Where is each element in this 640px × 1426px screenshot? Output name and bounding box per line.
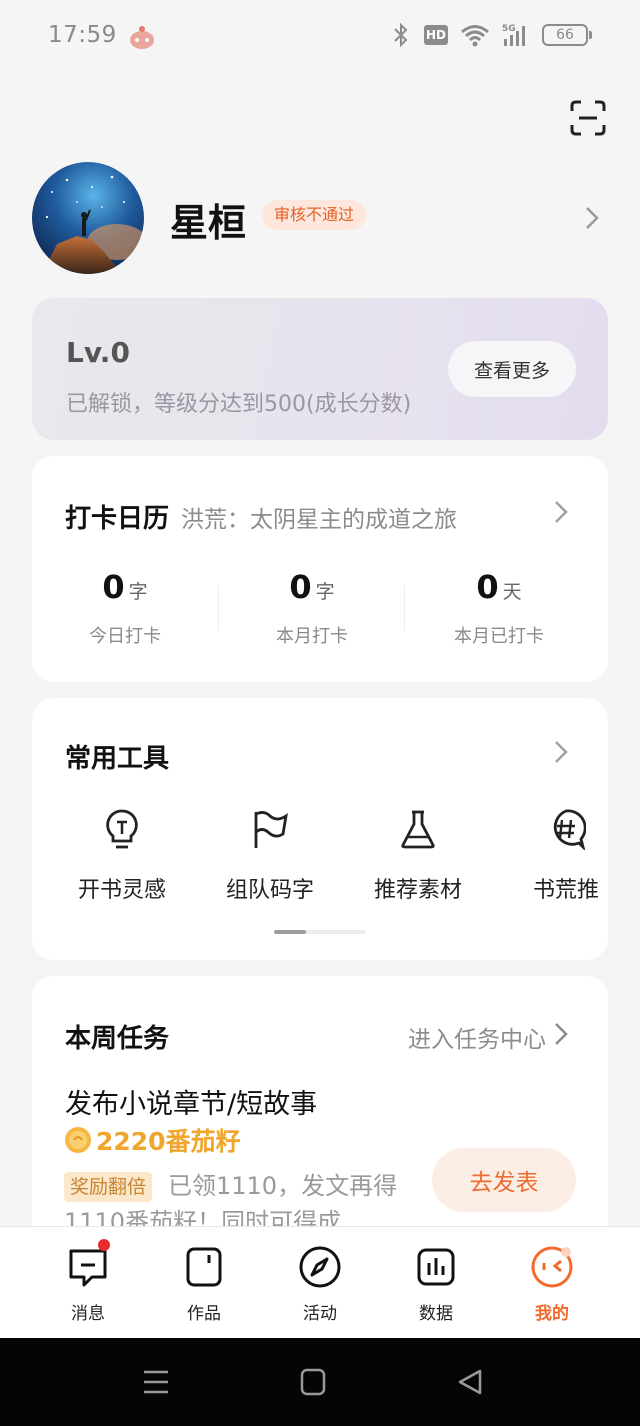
coin-icon xyxy=(65,1127,91,1153)
system-navigation-bar xyxy=(0,1338,640,1426)
tasks-title: 本周任务 xyxy=(65,1024,170,1054)
tool-label: 推荐素材 xyxy=(373,878,462,903)
level-description: 已解锁，等级分达到500(成长分数) xyxy=(66,392,412,417)
stat-unit: 字 xyxy=(128,581,148,603)
tool-book-shortage[interactable]: 书荒推 xyxy=(506,808,608,904)
stat-unit: 天 xyxy=(502,581,522,603)
stat-label: 本月已打卡 xyxy=(454,626,544,647)
wifi-icon xyxy=(461,25,489,47)
scan-icon[interactable] xyxy=(570,100,606,136)
signal-5g-icon: 5G xyxy=(502,24,525,46)
stat-unit: 字 xyxy=(315,581,335,603)
publish-button[interactable]: 去发表 xyxy=(432,1148,576,1212)
back-icon[interactable] xyxy=(456,1368,486,1396)
scroll-thumb xyxy=(274,930,307,934)
task-center-link[interactable]: 进入任务中心 xyxy=(408,1020,546,1054)
checkin-calendar-card[interactable]: 打卡日历 洪荒：太阴星主的成道之旅 0字 今日打卡 0字 本月打卡 0天 本月已… xyxy=(32,456,608,682)
nav-messages[interactable]: 消息 xyxy=(40,1239,136,1324)
bluetooth-icon xyxy=(394,22,408,48)
stat-month: 0字 本月打卡 xyxy=(219,568,405,648)
level-label: Lv.0 xyxy=(66,336,130,369)
chevron-right-icon[interactable] xyxy=(554,1022,568,1046)
message-icon xyxy=(69,1249,107,1287)
nav-works[interactable]: 作品 xyxy=(156,1245,252,1324)
notification-dot xyxy=(98,1239,110,1251)
chart-icon xyxy=(417,1248,455,1286)
profile-face-icon xyxy=(531,1246,573,1288)
user-name: 星桓 xyxy=(170,201,247,245)
avatar[interactable] xyxy=(32,162,144,274)
tool-recommended-material[interactable]: 推荐素材 xyxy=(358,808,478,904)
bonus-badge: 奖励翻倍 xyxy=(64,1172,153,1202)
tool-book-inspiration[interactable]: 开书灵感 xyxy=(62,808,182,904)
tools-scroll-indicator xyxy=(274,930,366,934)
tool-label: 书荒推 xyxy=(532,878,599,903)
tools-card: 常用工具 开书灵感 组队码字 推荐素材 书荒推 xyxy=(32,698,608,960)
battery-icon: 66 xyxy=(542,24,592,46)
chevron-right-icon[interactable] xyxy=(554,740,568,764)
nav-data[interactable]: 数据 xyxy=(388,1245,484,1324)
flask-icon xyxy=(401,810,435,849)
view-more-button[interactable]: 查看更多 xyxy=(448,341,576,397)
nav-label: 数据 xyxy=(419,1304,453,1324)
hashtag-chat-icon xyxy=(553,809,586,850)
chevron-right-icon[interactable] xyxy=(554,500,568,524)
tool-label: 开书灵感 xyxy=(77,878,166,903)
nav-label: 作品 xyxy=(187,1304,221,1324)
stat-value: 0 xyxy=(102,568,125,606)
app-notification-icon xyxy=(130,26,154,49)
profile-header[interactable]: 星桓 审核不通过 xyxy=(32,162,608,274)
nav-profile[interactable]: 我的 xyxy=(504,1245,600,1324)
status-time: 17:59 xyxy=(48,22,117,48)
reward-amount: 2220番茄籽 xyxy=(96,1127,241,1156)
level-card[interactable]: Lv.0 已解锁，等级分达到500(成长分数) 查看更多 xyxy=(32,298,608,440)
tool-team-writing[interactable]: 组队码字 xyxy=(210,808,330,904)
stat-value: 0 xyxy=(476,568,499,606)
network-label: 5G xyxy=(502,24,516,34)
hd-icon: HD xyxy=(424,25,448,45)
menu-icon[interactable] xyxy=(141,1368,171,1396)
tool-label: 组队码字 xyxy=(225,878,314,903)
nav-label: 活动 xyxy=(303,1304,337,1324)
divider xyxy=(404,586,405,630)
status-badge: 审核不通过 xyxy=(262,200,367,230)
tools-title: 常用工具 xyxy=(65,744,170,774)
lightbulb-icon xyxy=(106,809,138,849)
bottom-navigation: 消息 作品 活动 数据 我的 xyxy=(0,1226,640,1338)
checkin-title: 打卡日历 xyxy=(65,504,170,534)
stat-label: 今日打卡 xyxy=(89,626,161,647)
status-icons: HD 5G 66 xyxy=(390,22,592,48)
compass-icon xyxy=(299,1246,341,1288)
nav-activities[interactable]: 活动 xyxy=(272,1245,368,1324)
home-icon[interactable] xyxy=(298,1368,328,1396)
task-reward: 2220番茄籽 xyxy=(64,1122,241,1158)
chevron-right-icon[interactable] xyxy=(584,205,600,231)
works-icon xyxy=(186,1247,222,1287)
flag-icon xyxy=(254,811,288,848)
stat-today: 0字 今日打卡 xyxy=(32,568,218,648)
stat-label: 本月打卡 xyxy=(276,626,348,647)
nav-label: 消息 xyxy=(71,1304,105,1324)
stat-value: 0 xyxy=(289,568,312,606)
nav-label: 我的 xyxy=(535,1304,569,1324)
status-bar: 17:59 HD 5G 66 xyxy=(0,0,640,76)
task-title: 发布小说章节/短故事 xyxy=(65,1089,318,1120)
checkin-book-title: 洪荒：太阴星主的成道之旅 xyxy=(181,507,457,533)
stat-days: 0天 本月已打卡 xyxy=(406,568,592,648)
